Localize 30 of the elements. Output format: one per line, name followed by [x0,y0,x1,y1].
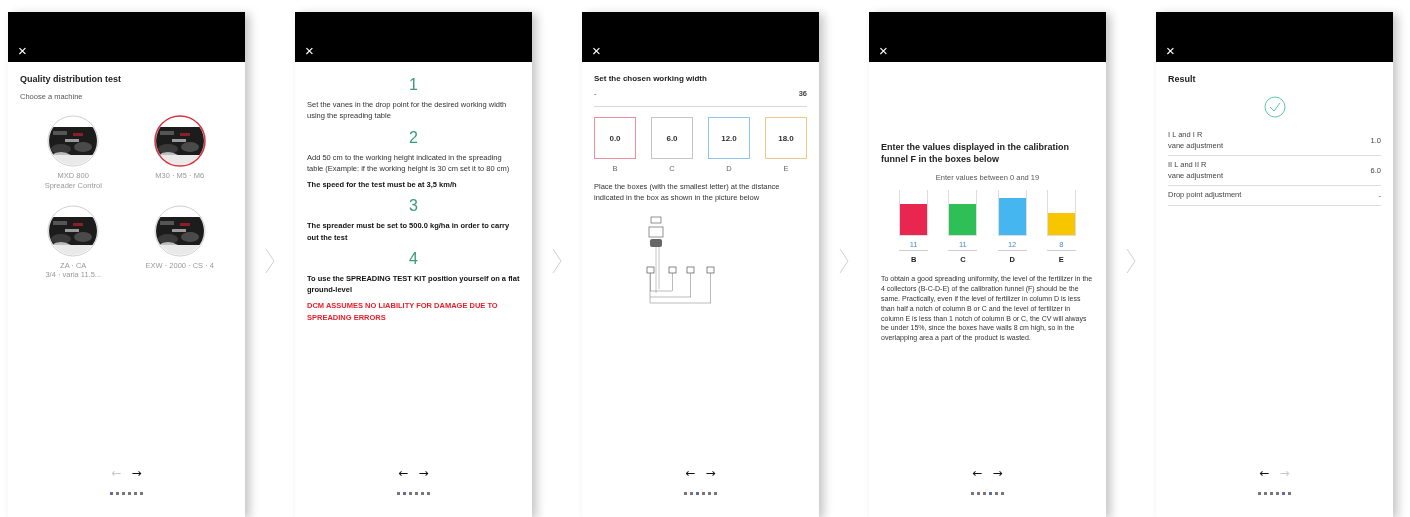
close-button[interactable]: × [879,43,888,58]
distance-value: 12.0 [708,117,750,159]
back-button[interactable]: ← [972,466,983,480]
distance-value: 0.0 [594,117,636,159]
next-button[interactable]: → [131,466,142,480]
close-button[interactable]: × [592,43,601,58]
screen-title: Result [1168,74,1196,84]
close-button[interactable]: × [18,43,27,58]
step-number: 4 [409,249,418,268]
screen-title: Set the chosen working width [594,74,707,83]
chevron-icon [839,248,849,274]
chevron-icon [265,248,275,274]
next-button[interactable]: → [705,466,716,480]
distance-value: 6.0 [651,117,693,159]
back-button[interactable]: ← [685,466,696,480]
step-number: 3 [409,197,418,216]
screen-title: Quality distribution test [20,74,121,84]
step-number: 1 [409,76,418,94]
next-button[interactable]: → [992,466,1003,480]
chevron-icon [552,248,562,274]
chevron-icon [1126,248,1136,274]
check-icon [1263,96,1286,118]
close-button[interactable]: × [305,43,314,58]
back-button[interactable]: ← [398,466,409,480]
screen-title: Enter the values displayed in the calibration funnel F in the boxes below [881,142,1071,166]
step-number: 2 [409,128,418,147]
distance-value: 18.0 [765,117,807,159]
next-button[interactable]: → [418,466,429,480]
back-button[interactable]: ← [1259,466,1270,480]
close-button[interactable]: × [1166,43,1175,58]
